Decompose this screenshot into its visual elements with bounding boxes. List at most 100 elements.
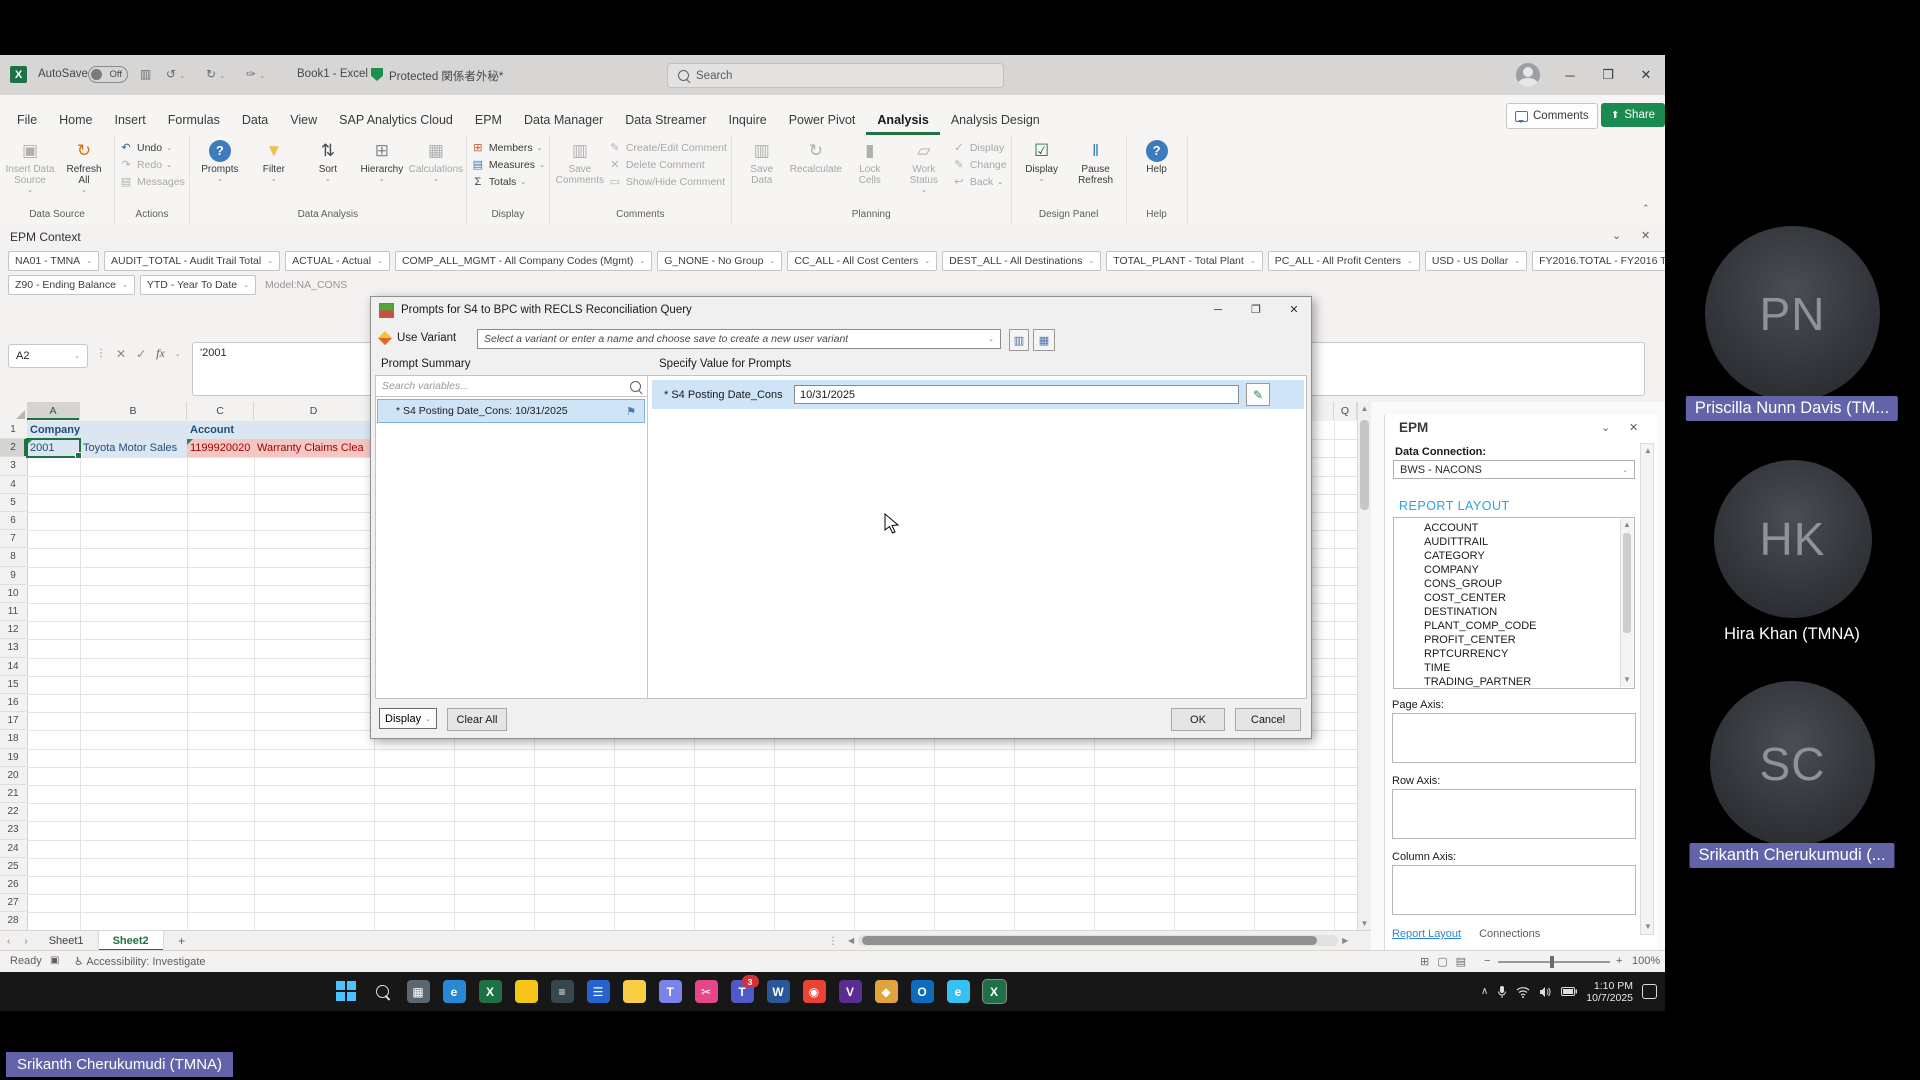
row-header-3[interactable]: 3 <box>0 457 26 476</box>
cell-B1[interactable] <box>80 421 187 440</box>
row-header-21[interactable]: 21 <box>0 785 26 804</box>
variant-combobox[interactable]: Select a variant or enter a name and cho… <box>477 329 1001 349</box>
tab-analysis[interactable]: Analysis <box>866 105 939 135</box>
horizontal-scrollbar[interactable]: ◀ ▶ <box>848 935 1348 946</box>
taskbar-icon-visual-studio[interactable]: V <box>838 980 862 1003</box>
zoom-out-icon[interactable]: − <box>1484 955 1490 967</box>
row-header-19[interactable]: 19 <box>0 749 26 767</box>
context-chip[interactable]: COMP_ALL_MGMT - All Company Codes (Mgmt)… <box>394 251 653 271</box>
volume-icon[interactable] <box>1539 986 1552 998</box>
ribbon-button-undo[interactable]: ↶ Undo ⌄ <box>119 141 185 155</box>
ribbon-button-help[interactable]: ? Help <box>1131 137 1183 175</box>
pin-icon[interactable]: ⚑ <box>626 405 636 418</box>
variable-search-input[interactable]: Search variables... <box>376 376 648 397</box>
column-axis-box[interactable] <box>1392 865 1636 915</box>
cell-A1[interactable]: Company <box>27 421 80 440</box>
row-header-22[interactable]: 22 <box>0 803 26 822</box>
dimension-rptcurrency[interactable]: RPTCURRENCY <box>1394 647 1634 661</box>
context-chip[interactable]: CC_ALL - All Cost Centers ⌄ <box>787 251 938 271</box>
taskbar-icon-snipping-tool[interactable]: ✂ <box>694 980 718 1003</box>
scroll-up-icon[interactable]: ▲ <box>1644 446 1652 455</box>
add-sheet-button[interactable]: + <box>174 933 190 949</box>
restore-button[interactable]: ❐ <box>1589 55 1627 95</box>
dialog-maximize-button[interactable]: ❐ <box>1237 297 1275 322</box>
taskbar-icon-teams-classic[interactable]: T <box>658 980 682 1003</box>
confirm-entry-icon[interactable]: ✓ <box>136 347 146 361</box>
row-header-23[interactable]: 23 <box>0 821 26 840</box>
taskbar-icon-calculator[interactable]: ▦ <box>406 980 430 1003</box>
context-chip[interactable]: G_NONE - No Group ⌄ <box>657 251 783 271</box>
scroll-right-icon[interactable]: ▶ <box>1342 936 1348 945</box>
context-chip[interactable]: TOTAL_PLANT - Total Plant ⌄ <box>1106 251 1263 271</box>
scroll-down-icon[interactable]: ▼ <box>1623 675 1631 684</box>
row-header-25[interactable]: 25 <box>0 858 26 876</box>
clear-all-button[interactable]: Clear All <box>447 708 507 731</box>
tab-formulas[interactable]: Formulas <box>157 105 231 135</box>
dialog-minimize-button[interactable]: ─ <box>1199 297 1237 322</box>
quick-access-icon[interactable]: ✑ ⌄ <box>246 67 265 81</box>
tab-data-streamer[interactable]: Data Streamer <box>614 105 717 135</box>
row-header-28[interactable]: 28 <box>0 912 26 930</box>
row-header-9[interactable]: 9 <box>0 567 26 585</box>
taskbar-icon-sticky-notes[interactable] <box>514 980 538 1003</box>
wifi-icon[interactable] <box>1516 986 1530 998</box>
epm-context-close-icon[interactable]: ✕ <box>1641 229 1650 242</box>
scroll-left-icon[interactable]: ◀ <box>848 936 854 945</box>
taskbar-icon-word[interactable]: W <box>766 980 790 1003</box>
action-center-icon[interactable] <box>1642 984 1657 999</box>
context-chip[interactable]: FY2016.TOTAL - FY2016 Total⌄ <box>1532 251 1665 271</box>
account-avatar[interactable] <box>1516 63 1540 87</box>
row-header-20[interactable]: 20 <box>0 767 26 785</box>
row-header-6[interactable]: 6 <box>0 512 26 531</box>
row-header-4[interactable]: 4 <box>0 476 26 494</box>
tab-sap-analytics-cloud[interactable]: SAP Analytics Cloud <box>328 105 464 135</box>
taskbar-icon-chrome[interactable]: ◉ <box>802 980 826 1003</box>
row-header-14[interactable]: 14 <box>0 658 26 676</box>
taskbar-icon-teams[interactable]: T3 <box>730 975 759 1003</box>
row-header-13[interactable]: 13 <box>0 639 26 658</box>
dimension-plant_comp_code[interactable]: PLANT_COMP_CODE <box>1394 619 1634 633</box>
taskbar-icon-excel[interactable]: X <box>981 979 1007 1004</box>
start-button[interactable] <box>335 980 358 1003</box>
dialog-title-bar[interactable]: Prompts for S4 to BPC with RECLS Reconci… <box>371 297 1311 323</box>
epm-pane-close-icon[interactable]: ✕ <box>1629 421 1638 434</box>
dimension-cons_group[interactable]: CONS_GROUP <box>1394 577 1634 591</box>
next-sheet-icon[interactable]: › <box>17 936 34 947</box>
tab-view[interactable]: View <box>279 105 328 135</box>
display-dropdown[interactable]: Display ⌄ <box>379 708 437 729</box>
row-header-18[interactable]: 18 <box>0 730 26 749</box>
accessibility-status[interactable]: ♿ Accessibility: Investigate <box>74 955 206 968</box>
share-button[interactable]: ⬆ Share <box>1601 103 1665 127</box>
row-header-5[interactable]: 5 <box>0 494 26 512</box>
scrollbar-track[interactable] <box>858 935 1339 946</box>
tab-analysis-design[interactable]: Analysis Design <box>940 105 1051 135</box>
row-header-26[interactable]: 26 <box>0 876 26 895</box>
row-header-11[interactable]: 11 <box>0 603 26 622</box>
zoom-slider[interactable] <box>1498 961 1610 963</box>
data-connection-dropdown[interactable]: BWS - NACONS ⌄ <box>1393 460 1635 479</box>
save-variant-button[interactable]: ▥ <box>1009 329 1029 351</box>
row-header-16[interactable]: 16 <box>0 694 26 713</box>
cell-B2[interactable]: Toyota Motor Sales <box>80 439 187 458</box>
ribbon-button-filter[interactable]: ▼ Filter ⌄ <box>248 137 300 183</box>
cancel-entry-icon[interactable]: ✕ <box>116 347 126 361</box>
normal-view-icon[interactable]: ⊞ <box>1420 955 1429 968</box>
epm-pane-collapse-icon[interactable]: ⌄ <box>1601 421 1610 434</box>
dimension-category[interactable]: CATEGORY <box>1394 549 1634 563</box>
dimension-account[interactable]: ACCOUNT <box>1394 521 1634 535</box>
search-input[interactable]: Search <box>667 63 1004 88</box>
dimension-list[interactable]: ACCOUNT AUDITTRAIL CATEGORY COMPANY CONS_GRO… <box>1393 517 1635 689</box>
row-header-8[interactable]: 8 <box>0 548 26 567</box>
dimension-profit_center[interactable]: PROFIT_CENTER <box>1394 633 1634 647</box>
epm-context-collapse-icon[interactable]: ⌄ <box>1612 229 1621 242</box>
page-layout-view-icon[interactable]: ▢ <box>1437 955 1447 968</box>
taskbar-icon-edge-dev[interactable]: e <box>946 980 970 1003</box>
context-chip[interactable]: USD - US Dollar ⌄ <box>1424 251 1528 271</box>
save-icon[interactable]: ▥ <box>140 67 151 81</box>
cell-D2[interactable]: Warranty Claims Clea <box>254 439 374 458</box>
tab-file[interactable]: File <box>6 105 48 135</box>
select-all-corner[interactable] <box>0 402 28 421</box>
taskbar-icon-excel-file[interactable]: X <box>478 980 502 1003</box>
context-chip[interactable]: ACTUAL - Actual ⌄ <box>285 251 390 271</box>
dimension-cost_center[interactable]: COST_CENTER <box>1394 591 1634 605</box>
